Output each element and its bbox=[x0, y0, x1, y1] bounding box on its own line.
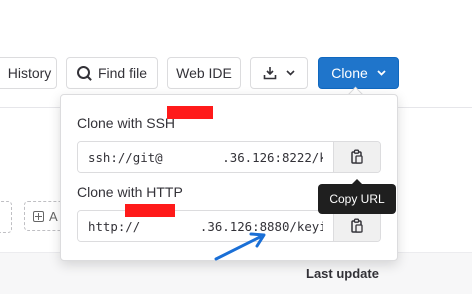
background-add-button[interactable]: A bbox=[24, 201, 64, 231]
copy-ssh-url-button[interactable] bbox=[333, 142, 380, 172]
ssh-url-input[interactable] bbox=[78, 142, 333, 172]
chevron-down-icon bbox=[286, 70, 295, 76]
copy-url-tooltip: Copy URL bbox=[318, 179, 396, 214]
clone-label: Clone bbox=[331, 65, 368, 81]
plus-square-icon bbox=[33, 210, 44, 222]
copy-clipboard-icon bbox=[351, 149, 363, 164]
download-dropdown-button[interactable] bbox=[250, 57, 308, 89]
background-add-label: A bbox=[49, 208, 58, 224]
last-update-column-header: Last update bbox=[306, 266, 379, 281]
clone-http-title: Clone with HTTP bbox=[77, 184, 183, 200]
copy-clipboard-icon bbox=[351, 218, 363, 233]
clone-button[interactable]: Clone bbox=[318, 57, 399, 89]
clone-ssh-field bbox=[77, 141, 381, 173]
web-ide-button[interactable]: Web IDE bbox=[167, 57, 241, 89]
download-icon bbox=[263, 67, 277, 80]
redaction-bar bbox=[167, 106, 213, 119]
http-url-input[interactable] bbox=[78, 211, 333, 241]
annotation-arrow-icon bbox=[214, 232, 266, 261]
clone-ssh-title: Clone with SSH bbox=[77, 115, 176, 131]
background-button[interactable] bbox=[0, 201, 12, 233]
find-file-button[interactable]: Find file bbox=[66, 57, 158, 89]
copy-http-url-button[interactable] bbox=[333, 211, 380, 241]
web-ide-label: Web IDE bbox=[176, 65, 232, 81]
search-icon bbox=[76, 65, 90, 79]
find-file-label: Find file bbox=[97, 65, 148, 81]
chevron-down-icon bbox=[377, 70, 386, 76]
redaction-bar bbox=[125, 204, 175, 217]
history-button[interactable]: History bbox=[0, 57, 57, 89]
history-label: History bbox=[7, 65, 52, 81]
